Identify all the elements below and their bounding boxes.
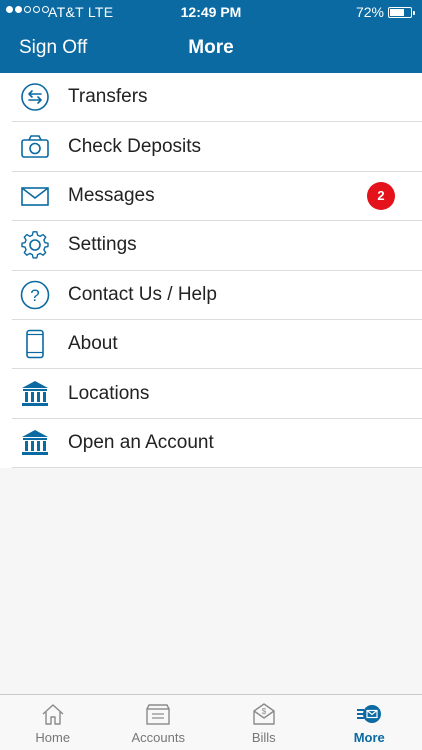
svg-text:$: $ [262, 707, 267, 716]
question-icon: ? [20, 280, 50, 310]
menu-item-open-account[interactable]: Open an Account [12, 419, 422, 469]
header-bar: AT&T LTE 12:49 PM 72% Sign Off More [0, 0, 422, 73]
transfer-arrows-icon [21, 83, 49, 111]
home-icon [42, 704, 64, 725]
menu-item-label: Locations [68, 382, 150, 404]
menu-item-settings[interactable]: Settings [12, 221, 422, 271]
menu-item-label: Check Deposits [68, 135, 202, 157]
tab-bills[interactable]: $ Bills [211, 695, 317, 750]
tab-home[interactable]: Home [0, 695, 106, 750]
more-menu: Transfers Check Deposits Messages 2 Sett… [0, 73, 422, 469]
camera-icon [21, 134, 49, 158]
battery-icon [388, 7, 415, 18]
more-icon [357, 705, 382, 723]
bank-icon [22, 429, 48, 455]
menu-item-transfers[interactable]: Transfers [12, 73, 422, 123]
menu-item-label: Settings [68, 234, 137, 256]
battery-percent: 72% [355, 4, 384, 20]
svg-text:?: ? [30, 286, 39, 305]
tab-label: Accounts [131, 730, 185, 745]
gear-icon [21, 231, 49, 259]
tab-label: More [353, 730, 385, 745]
menu-item-about[interactable]: About [12, 320, 422, 370]
page-title: More [188, 37, 234, 58]
phone-icon [26, 329, 44, 359]
menu-item-messages[interactable]: Messages 2 [12, 172, 422, 222]
menu-item-label: Messages [68, 184, 155, 206]
menu-item-label: Open an Account [68, 431, 214, 453]
menu-item-label: Transfers [68, 86, 148, 108]
menu-item-label: About [68, 333, 118, 355]
menu-item-locations[interactable]: Locations [12, 369, 422, 419]
menu-item-contact-help[interactable]: ? Contact Us / Help [12, 271, 422, 320]
bill-envelope-icon: $ [253, 703, 275, 725]
envelope-icon [21, 187, 49, 206]
nav-bar: Sign Off More [0, 24, 422, 73]
tab-accounts[interactable]: Accounts [106, 695, 212, 750]
bank-icon [22, 380, 48, 406]
status-bar: AT&T LTE 12:49 PM 72% [0, 0, 422, 24]
unread-badge: 2 [367, 181, 395, 210]
tab-label: Home [35, 730, 71, 745]
menu-item-label: Contact Us / Help [68, 283, 217, 305]
menu-item-check-deposits[interactable]: Check Deposits [12, 122, 422, 172]
wallet-icon [146, 704, 170, 725]
tab-bar: Home Accounts $ Bills More [0, 694, 422, 750]
tab-more[interactable]: More [317, 695, 422, 750]
tab-label: Bills [251, 730, 276, 745]
